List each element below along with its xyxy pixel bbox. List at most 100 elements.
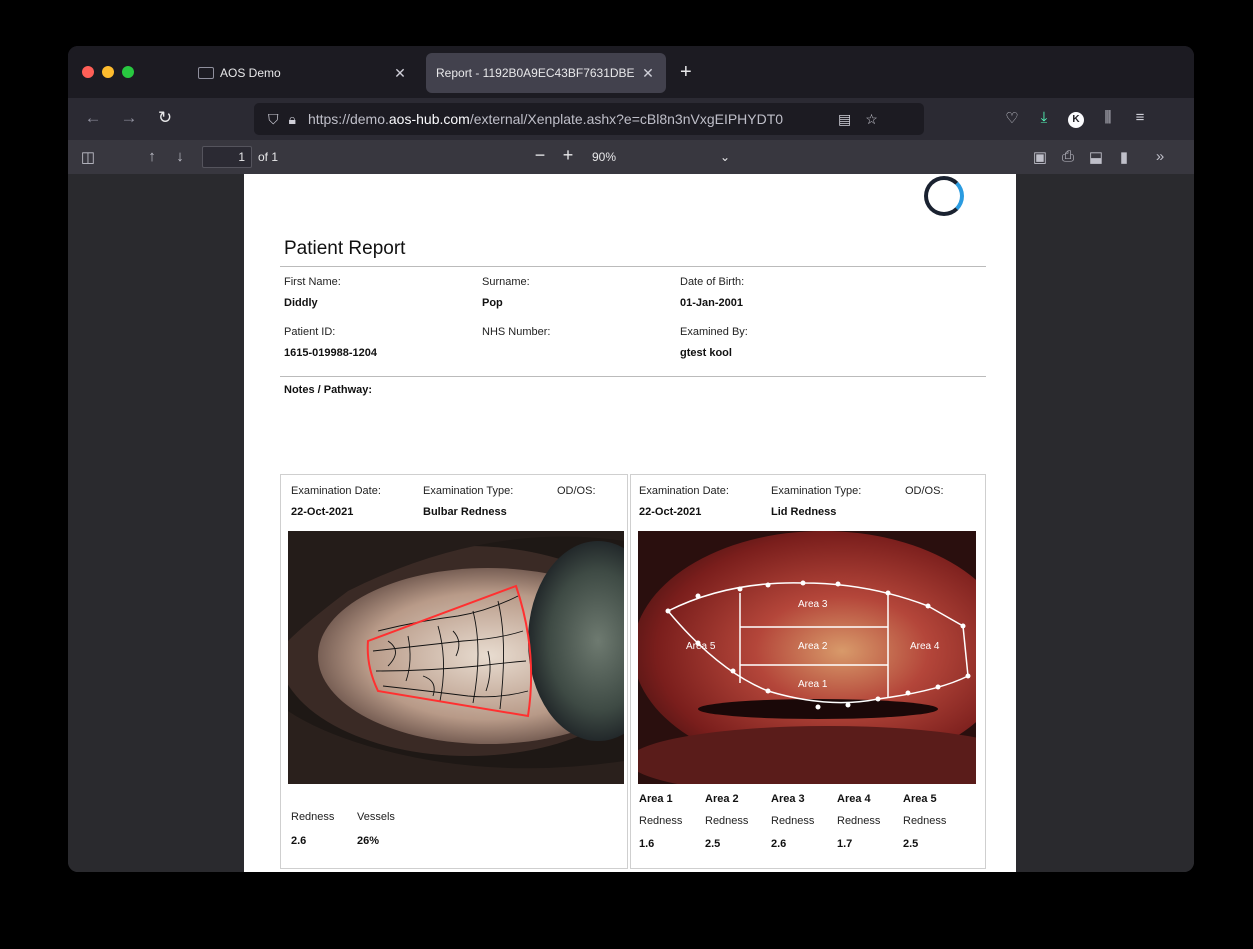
next-page-icon[interactable]: ↓: [170, 148, 190, 165]
area-4-image-label: Area 4: [910, 641, 940, 652]
area-1-image-label: Area 1: [798, 679, 828, 690]
save-icon[interactable]: ⬓: [1086, 148, 1106, 166]
reader-view-icon[interactable]: ▤: [838, 111, 851, 128]
download-icon[interactable]: ⤓: [1034, 109, 1054, 126]
page-number-input[interactable]: 1: [202, 146, 252, 168]
area-5-image-label: Area 5: [686, 641, 716, 652]
tab-close-icon[interactable]: ✕: [392, 65, 408, 82]
lid-redness-panel: Examination Date: 22-Oct-2021 Examinatio…: [630, 474, 986, 869]
exam-type-label: Examination Type:: [771, 485, 862, 497]
dob-label: Date of Birth:: [680, 276, 745, 288]
examined-by-label: Examined By:: [680, 326, 748, 338]
forward-arrow-icon[interactable]: →: [118, 108, 140, 128]
account-avatar[interactable]: K: [1066, 109, 1086, 128]
area-2-name: Area 2: [705, 793, 739, 805]
redness-value: 2.6: [291, 835, 307, 847]
pdf-toolbar: ◫ ↑ ↓ 1 of 1 − + 90% ⌄ ▣ ⎙ ⬓ ▮ »: [68, 140, 1194, 174]
exam-date-value: 22-Oct-2021: [639, 506, 702, 518]
vessels-label: Vessels: [357, 811, 395, 823]
area-2-value: 2.5: [705, 838, 721, 850]
zoom-select[interactable]: 90% ⌄: [586, 143, 736, 171]
odos-label: OD/OS:: [557, 485, 596, 497]
tab-favicon-icon: [198, 67, 214, 79]
zoom-window-button[interactable]: [122, 66, 134, 78]
area-2-image-label: Area 2: [798, 641, 828, 652]
new-tab-plus-icon[interactable]: +: [680, 61, 692, 84]
area-5-value: 2.5: [903, 838, 919, 850]
loading-spinner-accent-icon: [924, 176, 964, 216]
area-1-label: Redness: [639, 815, 683, 827]
tab-aos-demo[interactable]: AOS Demo ✕: [188, 53, 418, 93]
zoom-in-icon[interactable]: +: [558, 145, 578, 166]
page-title: Patient Report: [284, 238, 406, 259]
tab-strip: AOS Demo ✕ Report - 1192B0A9EC43BF7631DB…: [68, 46, 1194, 98]
bulbar-eye-image: [288, 531, 624, 784]
exam-type-label: Examination Type:: [423, 485, 514, 497]
print-icon[interactable]: ⎙: [1058, 148, 1078, 165]
lock-icon[interactable]: 🔒︎: [289, 111, 296, 128]
area-1-name: Area 1: [639, 793, 673, 805]
area-5-name: Area 5: [903, 793, 937, 805]
area-4-name: Area 4: [837, 793, 871, 805]
exam-date-label: Examination Date:: [639, 485, 729, 497]
dob-value: 01-Jan-2001: [680, 297, 743, 309]
lid-eye-image: Area 3 Area 2 Area 1 Area 5 Area 4: [638, 531, 976, 784]
exam-date-label: Examination Date:: [291, 485, 381, 497]
chevron-down-icon: ⌄: [719, 150, 730, 164]
navigation-bar: ← → ↻ ⛉ 🔒︎ https://demo.aos-hub.com/exte…: [68, 98, 1194, 140]
pdf-viewer[interactable]: Patient Report First Name: Diddly Surnam…: [68, 174, 1194, 872]
patient-id-label: Patient ID:: [284, 326, 336, 338]
report-page: Patient Report First Name: Diddly Surnam…: [244, 174, 1016, 872]
area-3-label: Redness: [771, 815, 815, 827]
library-icon[interactable]: ⫼: [1098, 109, 1118, 126]
presentation-mode-icon[interactable]: ▣: [1030, 148, 1050, 166]
patient-id-value: 1615-019988-1204: [284, 347, 377, 359]
menu-icon[interactable]: ≡: [1130, 109, 1150, 126]
shield-icon[interactable]: ⛉: [268, 111, 279, 128]
page-count: of 1: [258, 150, 279, 164]
area-3-name: Area 3: [771, 793, 805, 805]
nhs-number-label: NHS Number:: [482, 326, 551, 338]
tab-close-icon[interactable]: ✕: [640, 65, 656, 82]
notes-label: Notes / Pathway:: [284, 384, 373, 396]
bookmark-star-icon[interactable]: ☆: [865, 111, 878, 128]
tab-title: Report - 1192B0A9EC43BF7631DBE: [436, 66, 635, 80]
vessels-value: 26%: [357, 835, 380, 847]
area-2-label: Redness: [705, 815, 749, 827]
divider: [280, 266, 986, 267]
area-3-value: 2.6: [771, 838, 787, 850]
area-4-value: 1.7: [837, 838, 853, 850]
tab-report[interactable]: Report - 1192B0A9EC43BF7631DBE ✕: [426, 53, 666, 93]
previous-page-icon[interactable]: ↑: [142, 148, 162, 165]
back-arrow-icon[interactable]: ←: [82, 108, 104, 128]
bulbar-redness-panel: Examination Date: 22-Oct-2021 Examinatio…: [280, 474, 628, 869]
redness-label: Redness: [291, 811, 335, 823]
zoom-out-icon[interactable]: −: [530, 145, 550, 166]
minimize-window-button[interactable]: [102, 66, 114, 78]
area-3-image-label: Area 3: [798, 599, 828, 610]
bookmark-icon[interactable]: ▮: [1114, 148, 1134, 166]
area-1-value: 1.6: [639, 838, 655, 850]
url-text[interactable]: https://demo.aos-hub.com/external/Xenpla…: [308, 111, 828, 127]
first-name-label: First Name:: [284, 276, 341, 288]
odos-label: OD/OS:: [905, 485, 944, 497]
sidebar-toggle-icon[interactable]: ◫: [78, 148, 98, 166]
browser-window: AOS Demo ✕ Report - 1192B0A9EC43BF7631DB…: [68, 46, 1194, 872]
examined-by-value: gtest kool: [680, 347, 732, 359]
url-bar[interactable]: ⛉ 🔒︎ https://demo.aos-hub.com/external/X…: [254, 103, 924, 135]
tab-title: AOS Demo: [220, 66, 281, 80]
more-tools-icon[interactable]: »: [1150, 148, 1170, 165]
reload-icon[interactable]: ↻: [154, 108, 176, 128]
exam-date-value: 22-Oct-2021: [291, 506, 354, 518]
close-window-button[interactable]: [82, 66, 94, 78]
divider: [280, 376, 986, 377]
area-4-label: Redness: [837, 815, 881, 827]
area-5-label: Redness: [903, 815, 947, 827]
zoom-value: 90%: [592, 150, 617, 164]
exam-type-value: Lid Redness: [771, 506, 837, 518]
exam-type-value: Bulbar Redness: [423, 506, 507, 518]
surname-label: Surname:: [482, 276, 530, 288]
first-name-value: Diddly: [284, 297, 318, 309]
surname-value: Pop: [482, 297, 503, 309]
pocket-icon[interactable]: ♡: [1002, 109, 1022, 127]
